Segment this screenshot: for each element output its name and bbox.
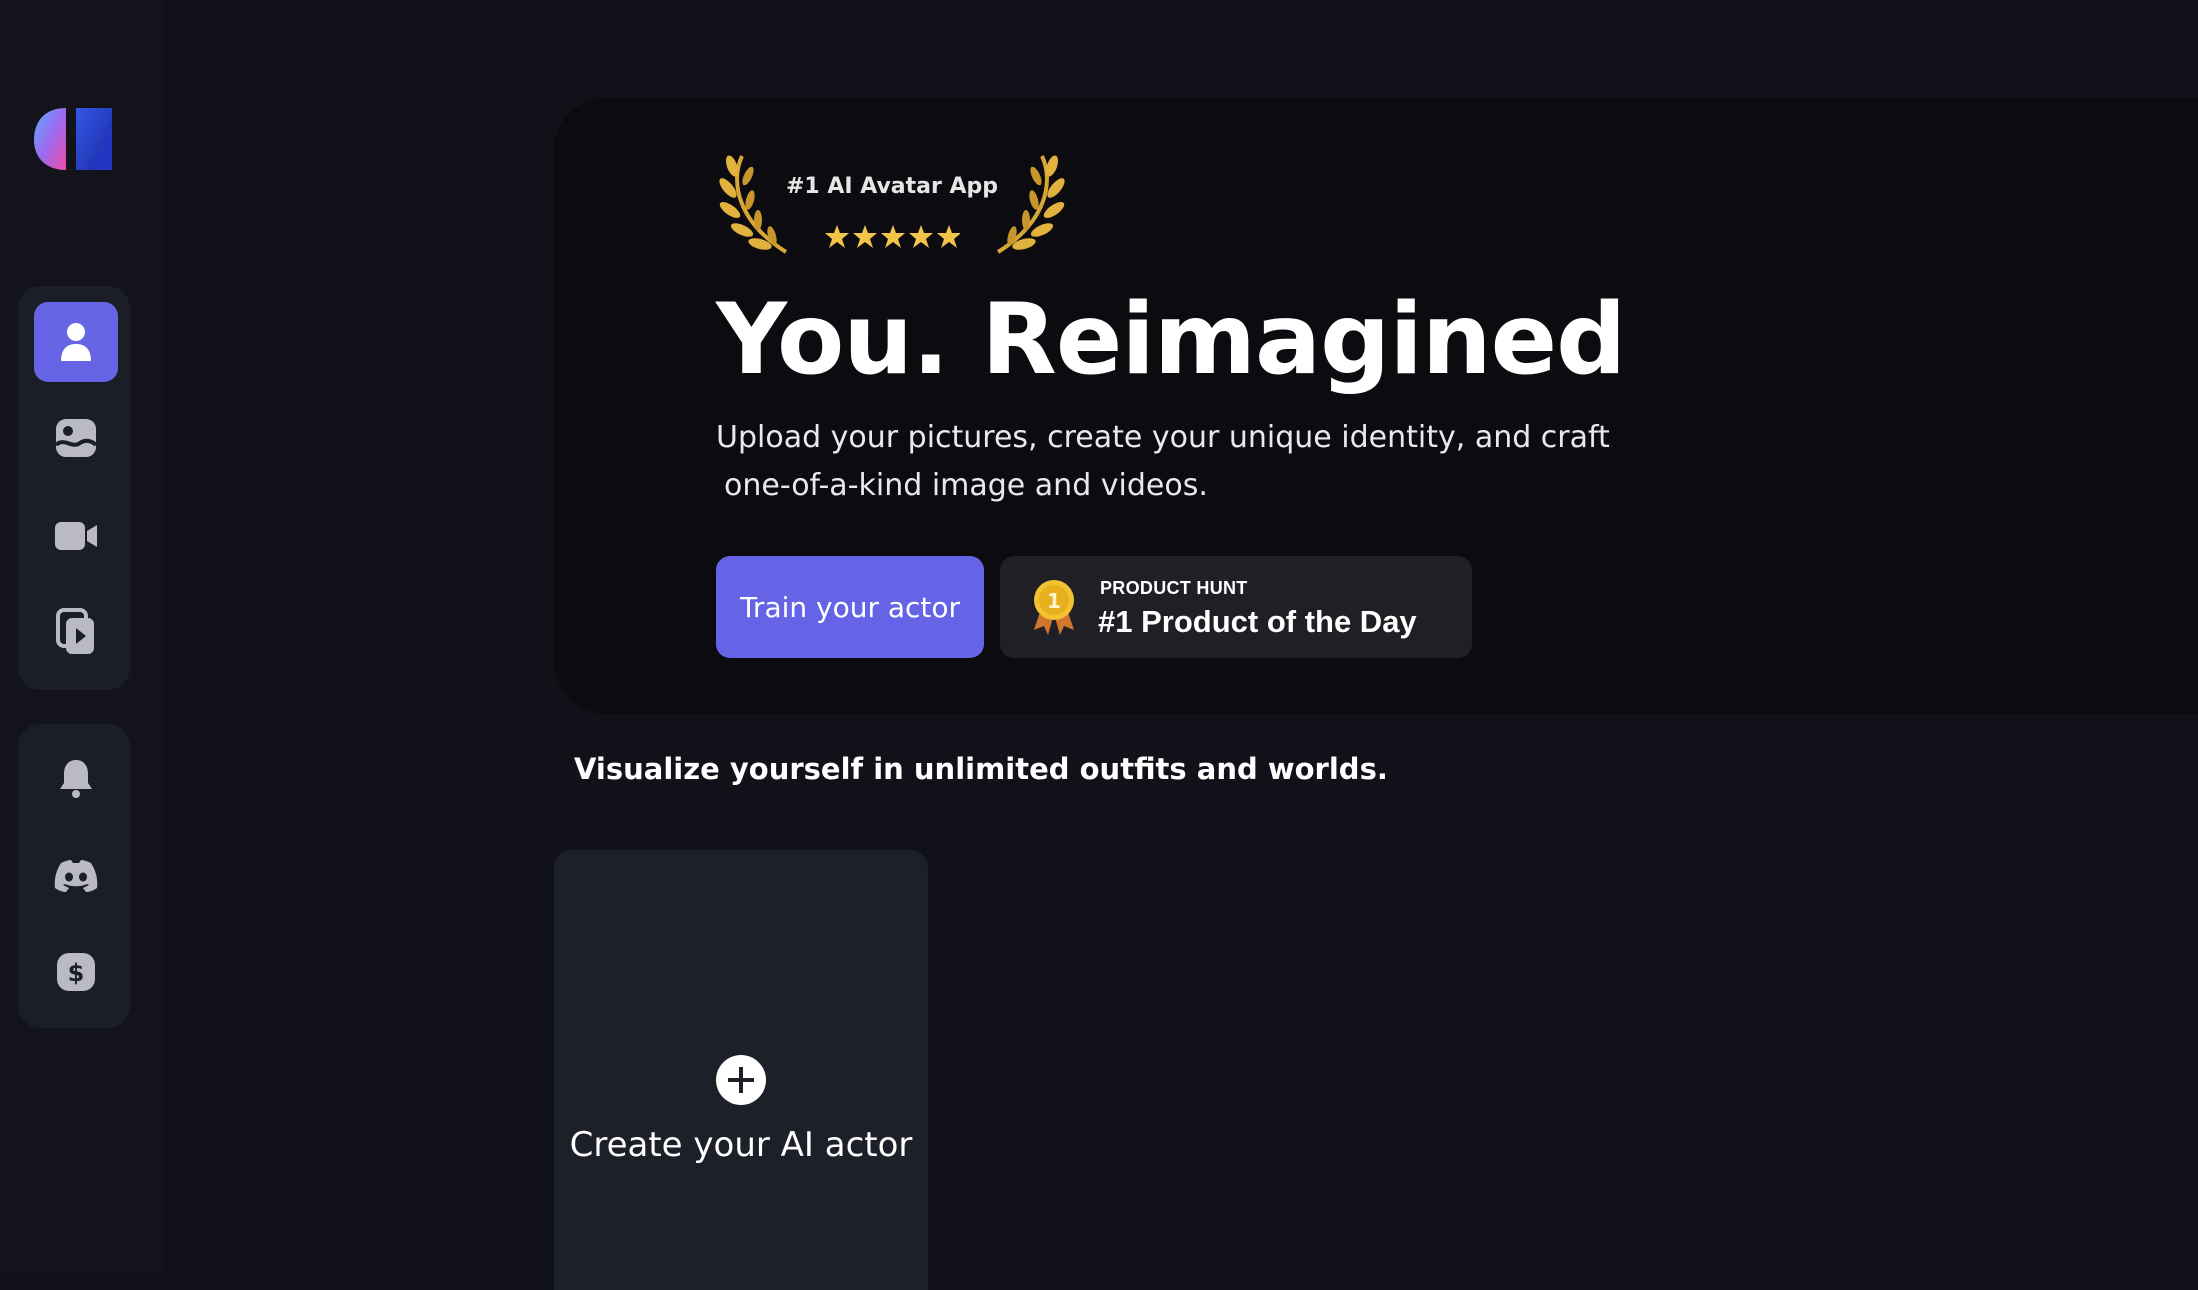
image-icon — [54, 419, 98, 457]
video-camera-icon — [55, 522, 97, 550]
product-hunt-title: #1 Product of the Day — [1098, 604, 1417, 639]
secondary-nav: $ — [18, 724, 130, 1028]
create-actor-label: Create your AI actor — [569, 1125, 913, 1165]
nav-item-notifications[interactable] — [34, 738, 118, 818]
nav-item-discord[interactable] — [34, 836, 118, 916]
app-logo[interactable] — [32, 106, 114, 172]
nav-item-gallery[interactable] — [34, 592, 118, 672]
plus-icon — [716, 1055, 766, 1105]
nav-item-videos[interactable] — [34, 496, 118, 576]
train-actor-button[interactable]: Train your actor — [716, 556, 984, 658]
section-tagline: Visualize yourself in unlimited outfits … — [574, 752, 1388, 786]
discord-icon — [54, 860, 98, 892]
hero-subtitle: Upload your pictures, create your unique… — [716, 414, 1610, 510]
hero-subtitle-line-1: Upload your pictures, create your unique… — [716, 420, 1610, 455]
create-actor-card[interactable]: Create your AI actor — [554, 850, 928, 1290]
medal-icon: 1 — [1034, 580, 1074, 635]
bell-icon — [60, 760, 92, 798]
five-star-rating-icon — [825, 225, 960, 248]
user-icon — [61, 323, 91, 361]
nav-item-images[interactable] — [34, 398, 118, 478]
video-gallery-icon — [56, 608, 94, 654]
hero-title: You. Reimagined — [716, 283, 1626, 397]
primary-nav — [18, 286, 130, 690]
laurel-left-icon — [719, 155, 788, 254]
sidebar: $ — [0, 0, 164, 1274]
svg-text:1: 1 — [1047, 589, 1061, 613]
nav-item-pricing[interactable]: $ — [34, 932, 118, 1012]
award-text: #1 AI Avatar App — [785, 174, 999, 199]
product-hunt-badge[interactable]: 1 PRODUCT HUNT #1 Product of the Day — [1000, 556, 1472, 658]
award-badge: #1 AI Avatar App — [716, 152, 1068, 256]
hero-subtitle-line-2: one-of-a-kind image and videos. — [724, 468, 1208, 503]
nav-item-actors[interactable] — [34, 302, 118, 382]
laurel-right-icon — [996, 155, 1065, 254]
product-hunt-label: PRODUCT HUNT — [1100, 578, 1248, 598]
dollar-icon: $ — [57, 953, 95, 991]
svg-text:$: $ — [68, 959, 85, 987]
